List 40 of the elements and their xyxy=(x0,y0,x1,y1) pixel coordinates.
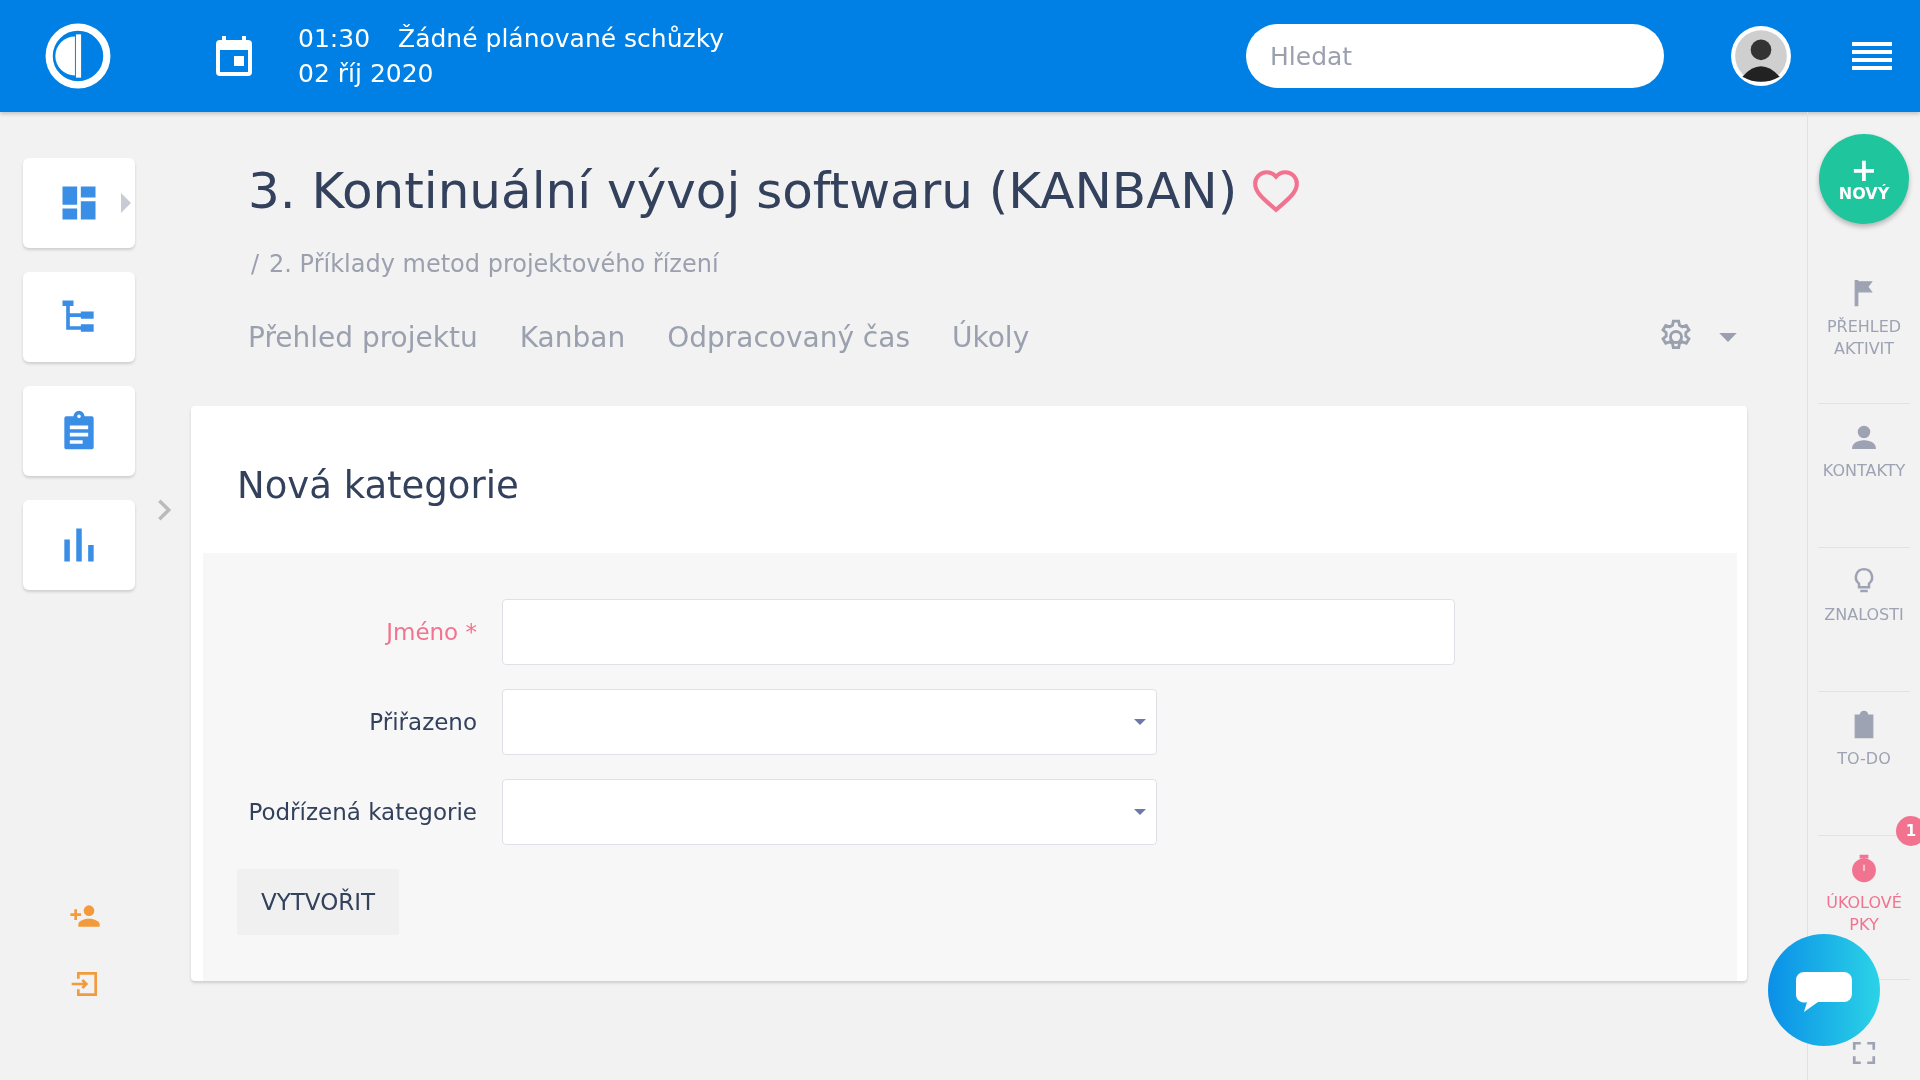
field-label: Podřízená kategorie xyxy=(247,799,478,825)
nav-card[interactable] xyxy=(23,158,135,248)
caret-down-icon xyxy=(1134,808,1146,816)
chat-bubble-icon[interactable] xyxy=(1768,934,1880,1046)
breadcrumb-separator: / xyxy=(251,250,260,278)
tab[interactable]: Kanban xyxy=(519,320,626,354)
sidebar-item[interactable]: ZNALOSTI xyxy=(1818,548,1910,626)
select-field[interactable] xyxy=(502,689,1157,755)
sidebar-item[interactable]: TO-DO xyxy=(1818,692,1910,770)
nav-card[interactable] xyxy=(23,500,135,590)
create-button[interactable]: VYTVOŘIT xyxy=(237,869,400,935)
field-label: Jméno * xyxy=(384,619,478,645)
page-title: 3. Kontinuální vývoj softwaru (KANBAN) xyxy=(248,162,1238,220)
new-button[interactable]: + NOVÝ xyxy=(1819,134,1909,224)
avatar-icon[interactable] xyxy=(1730,25,1792,87)
chevron-right-icon[interactable] xyxy=(156,497,171,523)
field-label: Přiřazeno xyxy=(368,709,478,735)
caret-down-icon[interactable] xyxy=(1719,331,1737,343)
search-field[interactable]: Hledat xyxy=(1246,24,1664,88)
select-field[interactable] xyxy=(502,779,1157,845)
tab[interactable]: Úkoly xyxy=(952,320,1030,354)
tab[interactable]: Přehled projektu xyxy=(248,320,478,354)
meetings-text: Žádné plánované schůzky xyxy=(398,23,725,55)
nav-card[interactable] xyxy=(23,272,135,362)
notification-badge: 1 xyxy=(1896,816,1920,846)
stopwatch-icon xyxy=(1849,854,1879,884)
menu-icon[interactable] xyxy=(1852,40,1892,72)
breadcrumb-link[interactable]: 2. Příklady metod projektového řízení xyxy=(269,250,719,278)
sidebar-item[interactable]: KONTAKTY xyxy=(1818,404,1910,482)
nav-card[interactable] xyxy=(23,386,135,476)
caret-down-icon xyxy=(1134,718,1146,726)
sidebar-item[interactable]: PŘEHLED AKTIVIT xyxy=(1818,260,1910,360)
form-title: Nová kategorie xyxy=(237,464,520,507)
date-text: 02 říj 2020 xyxy=(298,58,435,90)
time-text: 01:30 xyxy=(298,23,371,55)
caret-icon xyxy=(121,193,131,213)
fullscreen-icon[interactable] xyxy=(1851,1040,1877,1066)
text-field[interactable] xyxy=(502,599,1455,665)
tab[interactable]: Odpracovaný čas xyxy=(667,320,910,354)
logo-icon[interactable] xyxy=(44,22,112,90)
